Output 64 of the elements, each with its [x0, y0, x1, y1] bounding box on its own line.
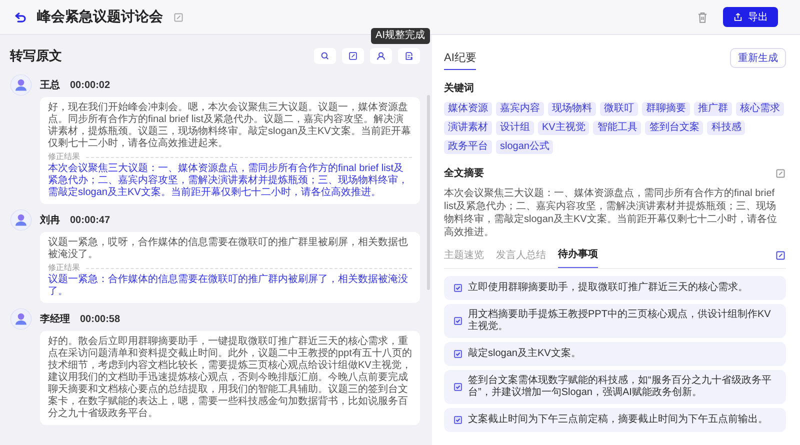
timestamp: 00:00:58 [80, 314, 120, 324]
checkbox[interactable] [454, 317, 462, 325]
transcript-text: 好，现在我们开始峰会冲刺会。嗯，本次会议聚焦三大议题。议题一，媒体资源盘点。同步所有合作方的final brief list及紧急代办。议题二，嘉宾内容攻坚。解决演讲素材，提炼瓶颈。议题三，现场物料终审。敲定slogan及主KV文案。当前距开幕仅剩七十二小时，请各位高效推进起来。 [48, 102, 412, 150]
document-button[interactable] [398, 48, 420, 64]
todo-text: 敲定slogan及主KV文案。 [468, 348, 581, 360]
speaker-name: 王总 [40, 78, 60, 92]
edit-icon[interactable] [775, 168, 786, 178]
summary-text: 本次会议聚焦三大议题：一、媒体资源盘点，需同步所有合作方的final brief list及紧急代办；二、嘉宾内容攻坚，需解决演讲素材并提炼瓶颈；三、现场物料终审，需敲定slogan及主KV文案。当前距开幕仅剩七十二小时，请各位高效推进。 [444, 187, 778, 239]
export-button[interactable]: 导出 [723, 7, 778, 27]
regenerate-button[interactable]: 重新生成 [730, 48, 786, 68]
keyword-tag[interactable]: 嘉宾内容 [496, 102, 544, 116]
section-title: 关键词 [444, 82, 475, 95]
correction-label: 修正结果 [48, 263, 80, 273]
upload-icon [733, 12, 743, 22]
checkbox[interactable] [454, 284, 462, 292]
correction-label: 修正结果 [48, 152, 80, 162]
trash-icon[interactable] [696, 10, 709, 24]
transcript-text: 议题一紧急，哎呀，合作媒体的信息需要在微联叮的推广群里被刷屏，相关数据也被淹没了。 [48, 237, 409, 261]
keyword-tag[interactable]: slogan公式 [496, 140, 554, 154]
speaker-name: 李经理 [40, 312, 70, 326]
keyword-tag[interactable]: 设计组 [496, 121, 534, 135]
tooltip: AI规整完成 [370, 28, 430, 44]
keyword-tag[interactable]: 签到台文案 [645, 121, 704, 135]
keyword-tag[interactable]: 群聊摘要 [642, 102, 690, 116]
avatar-icon [10, 308, 32, 330]
minutes-tab[interactable]: AI纪要 [444, 46, 476, 70]
speaker-name: 刘冉 [40, 213, 60, 227]
section-title: 转写原文 [10, 47, 62, 65]
keyword-tag[interactable]: 推广群 [694, 102, 732, 116]
summary-tab[interactable]: 待办事项 [558, 242, 598, 268]
keyword-tag[interactable]: 现场物料 [548, 102, 596, 116]
speaker-button[interactable] [370, 48, 392, 64]
keyword-tag[interactable]: 智能工具 [593, 121, 642, 135]
person-icon [376, 51, 386, 61]
todo-text: 用文档摘要助手提炼王教授PPT中的三页核心观点，供设计组制作KV主视觉。 [468, 309, 772, 333]
timestamp: 00:00:02 [70, 80, 110, 90]
edit-icon[interactable] [775, 250, 786, 260]
keyword-tag[interactable]: 科技感 [707, 121, 746, 135]
avatar-icon [10, 209, 32, 231]
back-icon[interactable] [14, 10, 27, 24]
document-icon [404, 51, 414, 61]
keyword-tag[interactable]: 微联叮 [600, 102, 638, 116]
timestamp: 00:00:47 [70, 214, 110, 226]
search-button[interactable] [314, 48, 336, 64]
keyword-tag[interactable]: KV主视觉 [538, 121, 590, 135]
keyword-tag[interactable]: 演讲素材 [444, 121, 492, 135]
keyword-tag[interactable]: 核心需求 [736, 102, 784, 116]
edit-icon [348, 51, 358, 61]
meeting-title: 峰会紧急议题讨论会 [37, 8, 163, 26]
checkbox[interactable] [454, 350, 462, 358]
search-icon [320, 51, 330, 61]
keyword-tag[interactable]: 媒体资源 [444, 102, 492, 116]
section-title: 全文摘要 [444, 166, 484, 180]
keyword-tag[interactable]: 政务平台 [444, 140, 492, 154]
corrected-text: 议题一紧急：合作媒体的信息需要在微联叮的推广群内被刷屏了，相关数据被淹没了。 [48, 274, 409, 298]
transcript-text: 好的。散会后立即用群聊摘要助手，一键提取微联叮推广群近三天的核心需求，重点在采访问题清单和资料提交截止时间。此外，议题二中王教授的ppt有五十八页的技术细节，考虑到内容文档比较长，需要提炼三页核心观点给设计组做KV主视觉，建议用我们的文档助手迅速提炼核心观点，否则今晚排版汇崩。今晚八点前要完成聊天摘要和文档核心要点的总结提取，用我们的智能工具辅助。议题三的签到台文案卡，在数字赋能的表达上，嗯，需要一些科技感金句加数据背书，比如说服务百分之九十省级政务平台。 [48, 336, 412, 420]
checkbox[interactable] [454, 383, 462, 391]
todo-text: 立即使用群聊摘要助手，提取微联叮推广群近三天的核心需求。 [468, 282, 748, 294]
avatar-icon [10, 74, 32, 96]
todo-text: 文案截止时间为下午三点前定稿，摘要截止时间为下午五点前输出。 [468, 414, 768, 426]
corrected-text: 本次会议聚焦三大议题：一、媒体资源盘点，需同步所有合作方的final brief list及紧急代办；二、嘉宾内容攻坚，需解决演讲素材并提炼瓶颈；三、现场物料终审，需敲定slogan及主KV文案。当前距开幕仅剩七十二小时，请各位高效推进。 [48, 163, 409, 199]
edit-button[interactable] [342, 48, 364, 64]
checkbox[interactable] [454, 416, 462, 424]
todo-text: 签到台文案需体现数字赋能的科技感，如“服务百分之九十省级政务平台”，并建议增加一句Slogan，强调AI赋能政务创新。 [468, 375, 772, 399]
